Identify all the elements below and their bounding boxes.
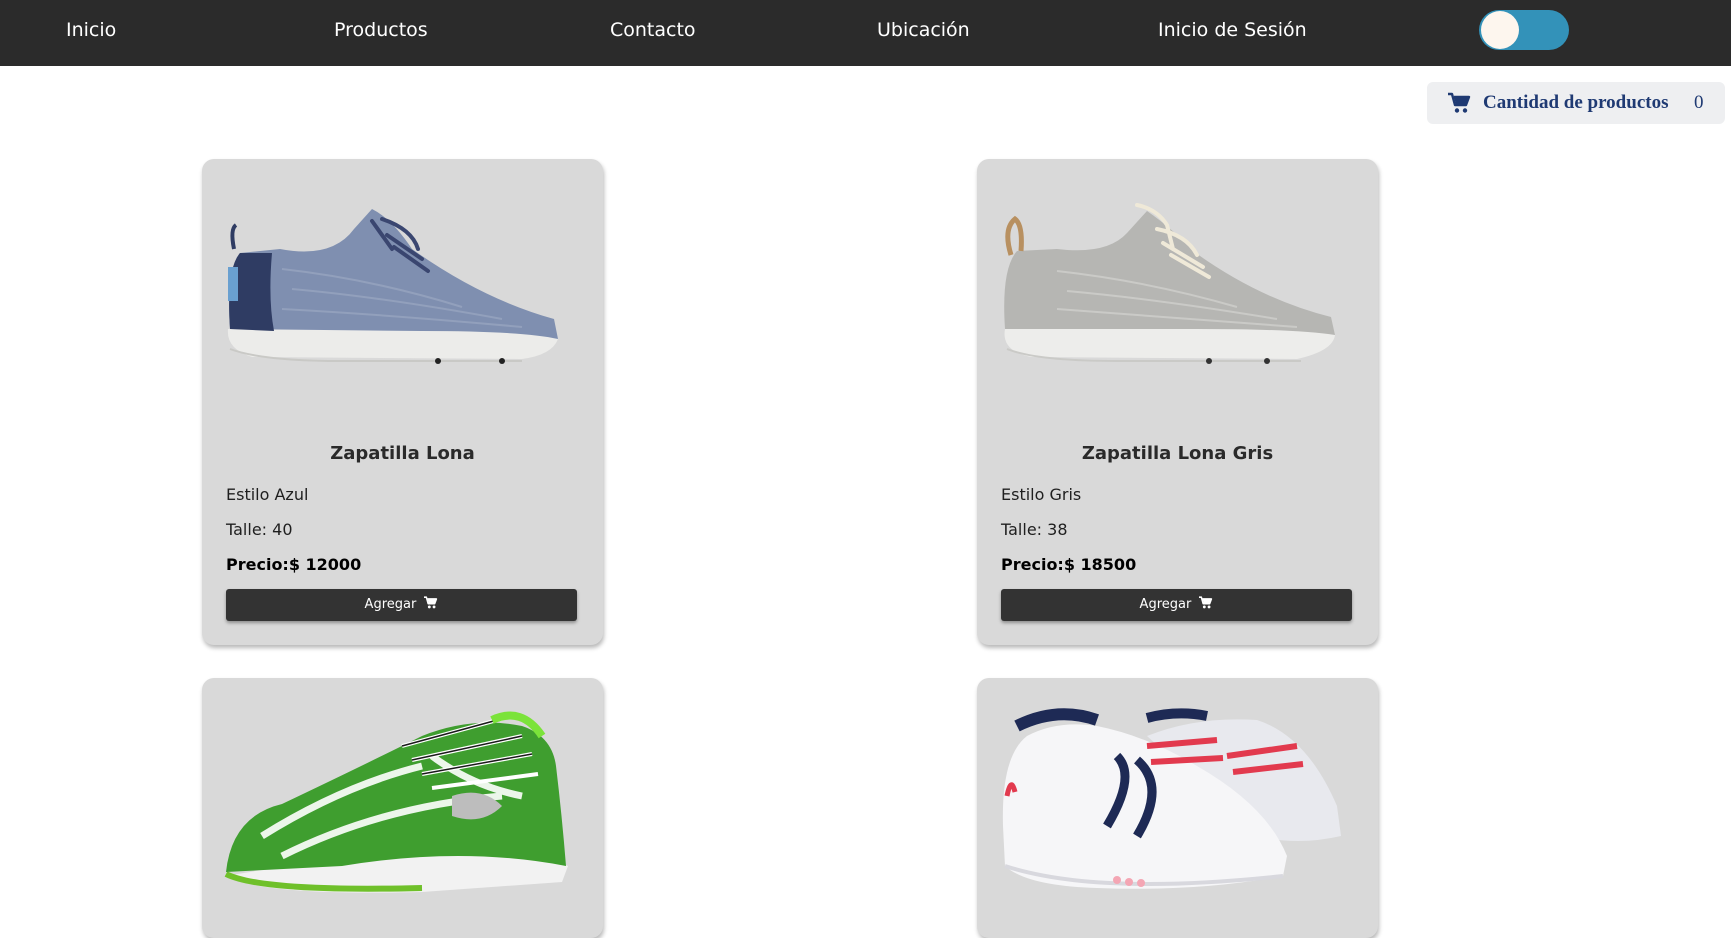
product-image-white-navy-tennis-shoes	[1002, 708, 1341, 889]
shopping-cart-icon	[1448, 92, 1471, 113]
add-to-cart-button[interactable]: Agregar	[1001, 589, 1352, 621]
product-size: Talle: 40	[226, 520, 293, 539]
product-price: Precio:$ 18500	[1001, 555, 1137, 574]
nav-link-contacto[interactable]: Contacto	[610, 0, 696, 60]
product-card: Zapatilla Lona Estilo Azul Talle: 40 Pre…	[202, 159, 603, 645]
cart-counter[interactable]: Cantidad de productos 0	[1427, 82, 1725, 124]
add-button-label: Agregar	[364, 597, 417, 612]
nav-link-productos[interactable]: Productos	[334, 0, 428, 60]
product-card: Zapatilla Lona Gris Estilo Gris Talle: 3…	[977, 159, 1378, 645]
product-image-blue-sneaker	[227, 209, 558, 364]
product-style: Estilo Azul	[226, 485, 309, 504]
product-image-grey-sneaker	[1004, 203, 1335, 364]
add-button-label: Agregar	[1139, 597, 1192, 612]
cart-count: 0	[1694, 92, 1704, 113]
toggle-knob	[1481, 11, 1519, 49]
product-card	[202, 678, 603, 938]
theme-toggle-switch[interactable]	[1479, 10, 1569, 50]
product-style: Estilo Gris	[1001, 485, 1082, 504]
product-image-green-running-shoe	[224, 711, 568, 893]
top-navbar: Inicio Productos Contacto Ubicación Inic…	[0, 0, 1731, 66]
nav-link-inicio[interactable]: Inicio	[66, 0, 116, 60]
nav-link-inicio-sesion[interactable]: Inicio de Sesión	[1158, 0, 1307, 60]
product-title: Zapatilla Lona Gris	[1081, 443, 1274, 464]
product-title: Zapatilla Lona	[330, 443, 475, 464]
product-size: Talle: 38	[1001, 520, 1068, 539]
cart-label: Cantidad de productos	[1483, 92, 1669, 113]
nav-link-ubicacion[interactable]: Ubicación	[877, 0, 970, 60]
shopping-cart-icon	[1199, 596, 1213, 609]
add-to-cart-button[interactable]: Agregar	[226, 589, 577, 621]
product-price: Precio:$ 12000	[226, 555, 362, 574]
product-card	[977, 678, 1378, 938]
shopping-cart-icon	[424, 596, 438, 609]
